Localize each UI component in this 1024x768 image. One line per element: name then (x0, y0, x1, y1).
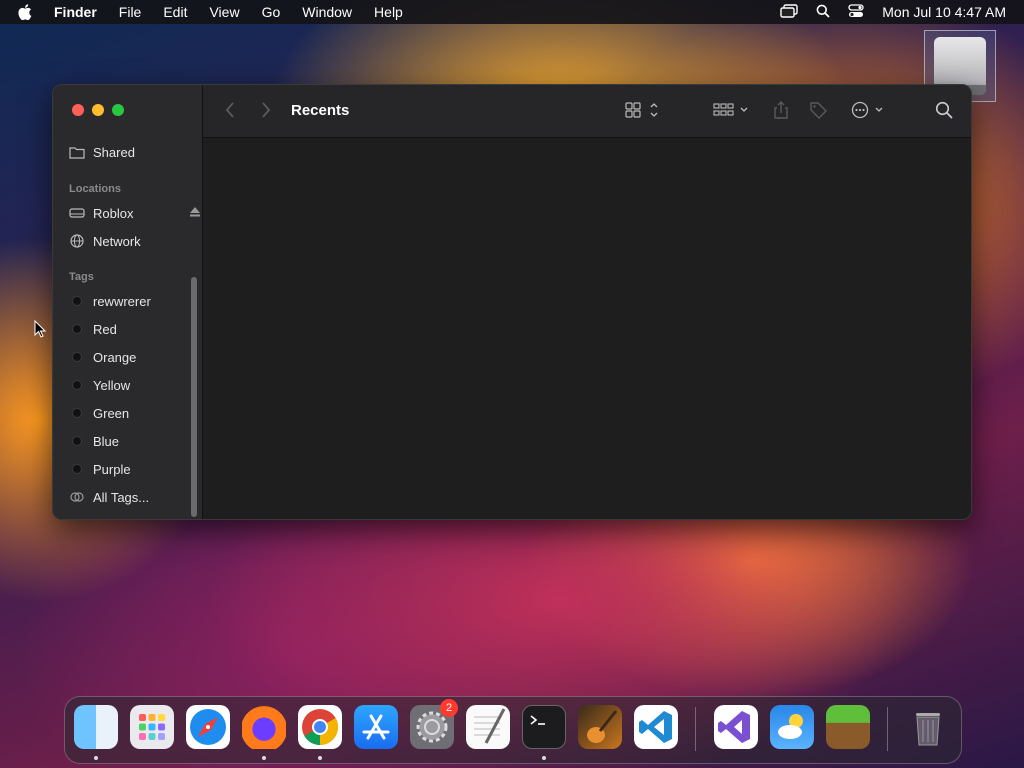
dock-separator (887, 707, 888, 751)
shared-folder-icon (69, 144, 85, 160)
sidebar-item-label: Green (93, 405, 130, 421)
sidebar: Shared Locations Roblox Network Tags rew… (53, 85, 203, 519)
sidebar-item-shared[interactable]: Shared (69, 141, 189, 163)
launchpad-icon[interactable] (130, 705, 174, 749)
menu-view[interactable]: View (209, 4, 239, 20)
running-indicator (262, 756, 266, 760)
sidebar-tag-green[interactable]: Green (69, 402, 189, 424)
sidebar-item-label: rewwrerer (93, 293, 151, 309)
finder-window: Shared Locations Roblox Network Tags rew… (52, 84, 972, 520)
notification-badge: 2 (440, 699, 458, 717)
sidebar-tag-purple[interactable]: Purple (69, 458, 189, 480)
dock-separator (695, 707, 696, 751)
sidebar-tag-rewwrerer[interactable]: rewwrerer (69, 290, 189, 312)
textedit-icon[interactable] (466, 705, 510, 749)
sidebar-item-label: Purple (93, 461, 131, 477)
group-by-icon[interactable] (713, 101, 749, 119)
menu-file[interactable]: File (119, 4, 142, 20)
menu-edit[interactable]: Edit (163, 4, 187, 20)
sidebar-section-locations: Locations (69, 183, 121, 195)
tag-dot-icon (72, 380, 82, 390)
forward-chevron-icon[interactable] (261, 101, 271, 119)
running-indicator (542, 756, 546, 760)
share-icon[interactable] (773, 101, 789, 119)
running-indicator (94, 756, 98, 760)
apple-icon[interactable] (18, 4, 38, 20)
file-browser-content[interactable] (203, 138, 971, 519)
menu-help[interactable]: Help (374, 4, 403, 20)
window-title: Recents (291, 102, 350, 119)
sidebar-section-tags: Tags (69, 271, 94, 283)
sidebar-item-all-tags[interactable]: All Tags... (69, 486, 189, 508)
vscode-icon[interactable] (634, 705, 678, 749)
sidebar-item-label: Orange (93, 349, 137, 365)
minecraft-icon[interactable] (826, 705, 870, 749)
eject-icon[interactable] (189, 205, 201, 220)
screen-mirroring-icon[interactable] (780, 3, 798, 21)
dock: 2 (64, 696, 962, 764)
menu-window[interactable]: Window (302, 4, 352, 20)
firefox-icon[interactable] (242, 705, 286, 749)
menu-bar-clock[interactable]: Mon Jul 10 4:47 AM (882, 4, 1006, 20)
tag-dot-icon (72, 408, 82, 418)
search-icon[interactable] (935, 101, 953, 119)
sidebar-item-label: Yellow (93, 377, 131, 393)
toolbar: Recents (203, 85, 971, 138)
sidebar-item-label: Shared (93, 144, 135, 160)
app-store-icon[interactable] (354, 705, 398, 749)
tag-icon[interactable] (809, 101, 827, 119)
tag-dot-icon (72, 352, 82, 362)
sidebar-item-label: Red (93, 321, 117, 337)
close-window-button[interactable] (72, 104, 84, 116)
trash-icon[interactable] (906, 705, 950, 749)
sidebar-item-label: Roblox (93, 205, 134, 221)
icon-view-grid-icon[interactable] (625, 101, 659, 119)
spotlight-search-icon[interactable] (816, 4, 830, 21)
sidebar-item-label: Network (93, 233, 141, 249)
globe-icon (69, 233, 85, 249)
more-actions-icon[interactable] (851, 101, 887, 119)
safari-icon[interactable] (186, 705, 230, 749)
window-controls (72, 104, 124, 116)
menu-app-name[interactable]: Finder (54, 4, 97, 20)
sidebar-item-label: Blue (93, 433, 120, 449)
sidebar-tag-red[interactable]: Red (69, 318, 189, 340)
sidebar-tag-orange[interactable]: Orange (69, 346, 189, 368)
settings-icon[interactable]: 2 (410, 699, 458, 749)
running-indicator (318, 756, 322, 760)
sidebar-tag-yellow[interactable]: Yellow (69, 374, 189, 396)
weather-icon[interactable] (770, 705, 814, 749)
tag-dot-icon (72, 324, 82, 334)
chrome-icon[interactable] (298, 705, 342, 749)
menu-go[interactable]: Go (262, 4, 281, 20)
sidebar-item-roblox[interactable]: Roblox (69, 202, 200, 224)
sidebar-scrollbar[interactable] (191, 277, 197, 517)
garageband-icon[interactable] (578, 705, 622, 749)
tag-dot-icon (72, 436, 82, 446)
back-chevron-icon[interactable] (225, 101, 235, 119)
zoom-window-button[interactable] (112, 104, 124, 116)
finder-icon[interactable] (74, 705, 118, 749)
tag-dot-icon (72, 296, 82, 306)
mouse-cursor-icon (34, 319, 47, 343)
sidebar-item-label: All Tags... (93, 489, 150, 505)
drive-icon (69, 205, 85, 221)
all-tags-icon (69, 489, 85, 505)
menu-bar: Finder File Edit View Go Window Help Mon… (0, 0, 1024, 24)
tag-dot-icon (72, 464, 82, 474)
control-center-icon[interactable] (848, 3, 864, 21)
sidebar-tag-blue[interactable]: Blue (69, 430, 189, 452)
minimize-window-button[interactable] (92, 104, 104, 116)
sidebar-item-network[interactable]: Network (69, 230, 189, 252)
visual-studio-icon[interactable] (714, 705, 758, 749)
terminal-icon[interactable] (522, 705, 566, 749)
